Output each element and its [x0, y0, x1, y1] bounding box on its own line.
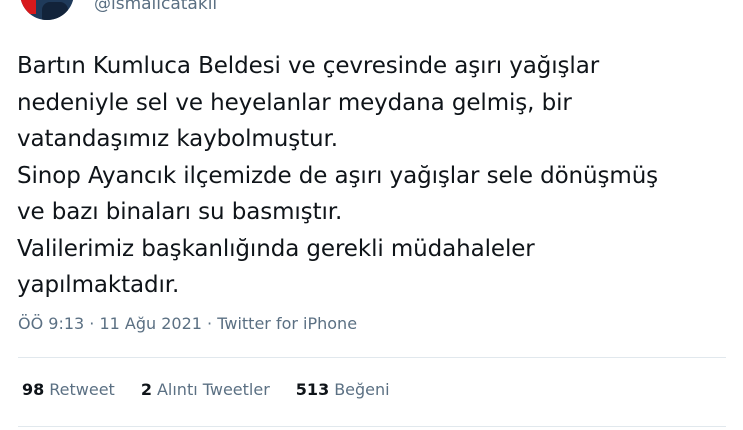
- retweet-label: Retweet: [49, 380, 115, 399]
- tweet-source[interactable]: Twitter for iPhone: [217, 314, 357, 333]
- meta-separator: ·: [201, 314, 218, 333]
- person-icon: [42, 2, 68, 20]
- user-handle[interactable]: @ismailcatakli: [94, 0, 217, 14]
- like-number: 513: [295, 380, 330, 399]
- retweet-count[interactable]: 98 Retweet: [22, 380, 115, 399]
- like-label: Beğeni: [334, 380, 390, 399]
- meta-separator: ·: [84, 314, 100, 333]
- like-count[interactable]: 513 Beğeni: [296, 380, 390, 399]
- retweet-number: 98: [22, 380, 45, 399]
- avatar[interactable]: [20, 0, 74, 20]
- tweet-stats: 98 Retweet 2 Alıntı Tweetler 513 Beğeni: [22, 380, 390, 399]
- tweet-date[interactable]: 11 Ağu 2021: [99, 314, 202, 333]
- tweet-meta: ÖÖ 9:13 · 11 Ağu 2021 · Twitter for iPho…: [18, 314, 357, 333]
- flag-icon: [20, 0, 36, 14]
- tweet-text: Bartın Kumluca Beldesi ve çevresinde aşı…: [17, 53, 659, 298]
- divider: [18, 426, 726, 427]
- tweet-card: @ismailcatakli Bartın Kumluca Beldesi ve…: [0, 0, 743, 430]
- quote-count[interactable]: 2 Alıntı Tweetler: [141, 380, 270, 399]
- tweet-time[interactable]: ÖÖ 9:13: [18, 314, 84, 333]
- quote-number: 2: [140, 380, 152, 399]
- quote-label: Alıntı Tweetler: [156, 380, 270, 399]
- divider: [18, 357, 726, 358]
- tweet-header: @ismailcatakli: [0, 0, 743, 22]
